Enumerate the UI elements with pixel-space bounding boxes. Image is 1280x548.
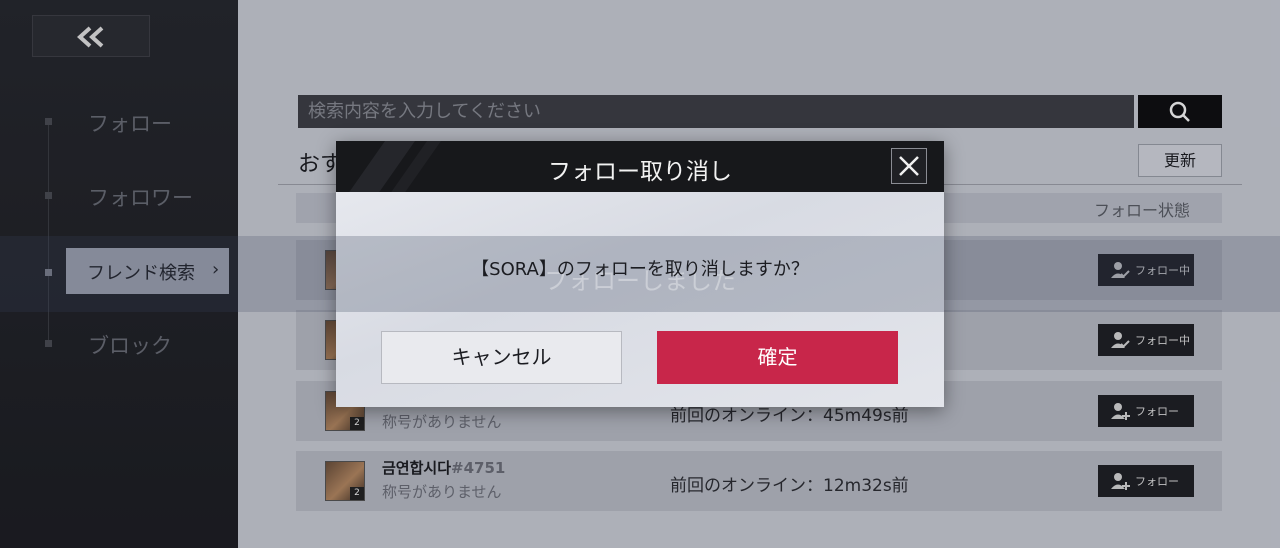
cancel-button[interactable]: キャンセル (381, 331, 622, 384)
unfollow-dialog: フォロー取り消し フォローしました 【SORA】のフォローを取り消しますか？ キ… (336, 141, 944, 407)
dialog-message: 【SORA】のフォローを取り消しますか？ (471, 259, 809, 280)
confirm-button[interactable]: 確定 (657, 331, 898, 384)
dialog-header: フォロー取り消し (336, 141, 944, 192)
close-icon (899, 156, 919, 176)
close-button[interactable] (891, 148, 927, 184)
dialog-title: フォロー取り消し (548, 159, 732, 185)
